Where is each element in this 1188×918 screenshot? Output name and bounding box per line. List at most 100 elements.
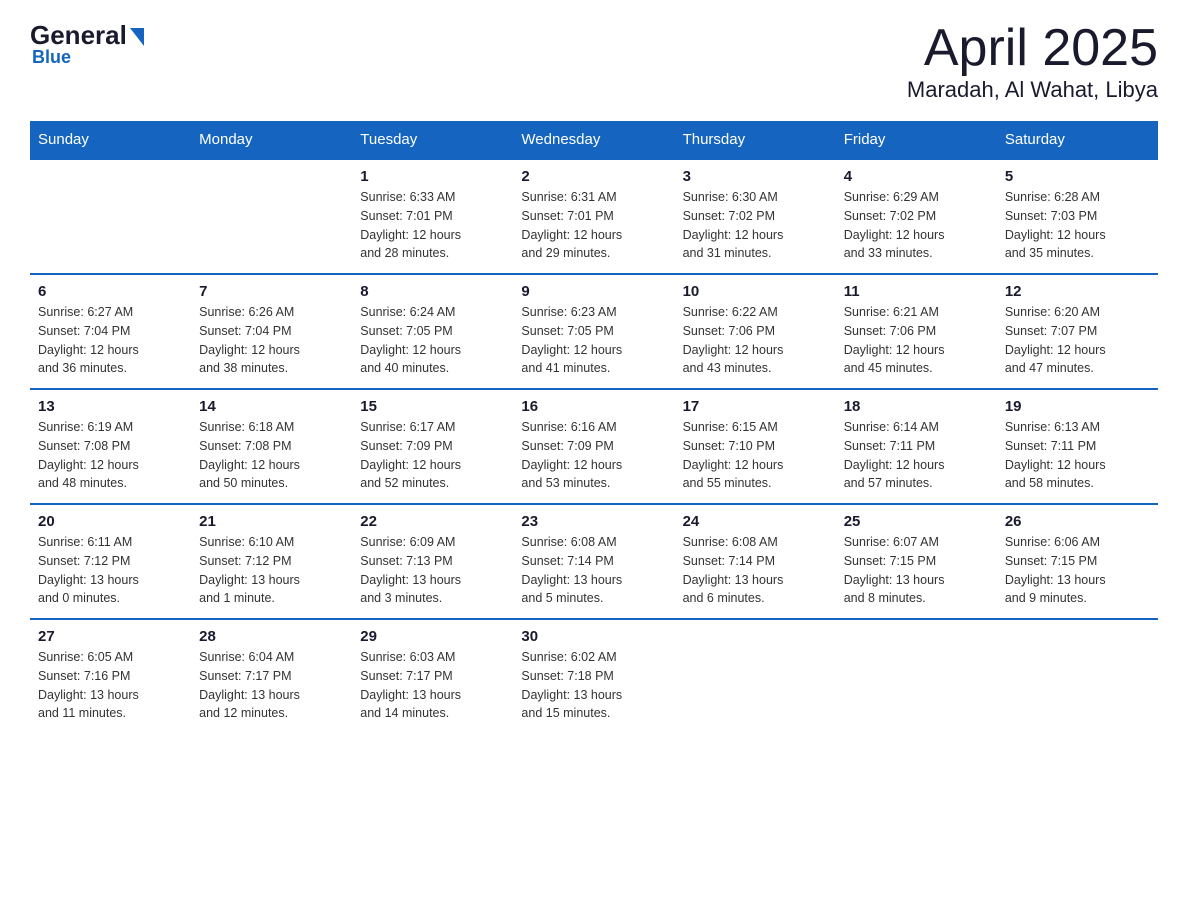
day-info: Sunrise: 6:08 AM Sunset: 7:14 PM Dayligh… (683, 533, 828, 608)
logo-blue-text: Blue (32, 47, 71, 68)
day-info: Sunrise: 6:02 AM Sunset: 7:18 PM Dayligh… (521, 648, 666, 723)
day-info: Sunrise: 6:03 AM Sunset: 7:17 PM Dayligh… (360, 648, 505, 723)
page-header: General Blue April 2025 Maradah, Al Waha… (30, 20, 1158, 103)
day-info: Sunrise: 6:33 AM Sunset: 7:01 PM Dayligh… (360, 188, 505, 263)
day-number: 13 (38, 398, 183, 415)
calendar-cell: 1 Sunrise: 6:33 AM Sunset: 7:01 PM Daylig… (352, 159, 513, 274)
calendar-cell (191, 159, 352, 274)
calendar-cell: 12 Sunrise: 6:20 AM Sunset: 7:07 PM Dayli… (997, 274, 1158, 389)
day-number: 22 (360, 513, 505, 530)
calendar-cell: 4Sunrise: 6:29 AM Sunset: 7:02 PM Daylig… (836, 159, 997, 274)
weekday-header-friday: Friday (836, 121, 997, 159)
weekday-header-wednesday: Wednesday (513, 121, 674, 159)
day-number: 9 (521, 283, 666, 300)
day-number: 12 (1005, 283, 1150, 300)
calendar-cell: 29 Sunrise: 6:03 AM Sunset: 7:17 PM Dayli… (352, 619, 513, 733)
day-number: 15 (360, 398, 505, 415)
day-info: Sunrise: 6:07 AM Sunset: 7:15 PM Dayligh… (844, 533, 989, 608)
day-info: Sunrise: 6:30 AM Sunset: 7:02 PM Dayligh… (683, 188, 828, 263)
calendar-cell: 16 Sunrise: 6:16 AM Sunset: 7:09 PM Dayli… (513, 389, 674, 504)
calendar-cell: 30 Sunrise: 6:02 AM Sunset: 7:18 PM Dayli… (513, 619, 674, 733)
day-info: Sunrise: 6:24 AM Sunset: 7:05 PM Dayligh… (360, 303, 505, 378)
calendar-cell: 15 Sunrise: 6:17 AM Sunset: 7:09 PM Dayli… (352, 389, 513, 504)
day-info: Sunrise: 6:05 AM Sunset: 7:16 PM Dayligh… (38, 648, 183, 723)
day-info: Sunrise: 6:18 AM Sunset: 7:08 PM Dayligh… (199, 418, 344, 493)
day-info: Sunrise: 6:16 AM Sunset: 7:09 PM Dayligh… (521, 418, 666, 493)
day-info: Sunrise: 6:22 AM Sunset: 7:06 PM Dayligh… (683, 303, 828, 378)
day-number: 14 (199, 398, 344, 415)
day-info: Sunrise: 6:06 AM Sunset: 7:15 PM Dayligh… (1005, 533, 1150, 608)
weekday-header-tuesday: Tuesday (352, 121, 513, 159)
day-info: Sunrise: 6:17 AM Sunset: 7:09 PM Dayligh… (360, 418, 505, 493)
calendar-cell: 3 Sunrise: 6:30 AM Sunset: 7:02 PM Daylig… (675, 159, 836, 274)
day-info: Sunrise: 6:15 AM Sunset: 7:10 PM Dayligh… (683, 418, 828, 493)
calendar-cell: 2Sunrise: 6:31 AM Sunset: 7:01 PM Daylig… (513, 159, 674, 274)
calendar-cell: 27 Sunrise: 6:05 AM Sunset: 7:16 PM Dayli… (30, 619, 191, 733)
calendar-cell: 14 Sunrise: 6:18 AM Sunset: 7:08 PM Dayli… (191, 389, 352, 504)
day-number: 11 (844, 283, 989, 300)
day-number: 10 (683, 283, 828, 300)
calendar-cell: 17Sunrise: 6:15 AM Sunset: 7:10 PM Dayli… (675, 389, 836, 504)
day-number: 26 (1005, 513, 1150, 530)
title-block: April 2025 Maradah, Al Wahat, Libya (907, 20, 1158, 103)
week-row-4: 20 Sunrise: 6:11 AM Sunset: 7:12 PM Dayli… (30, 504, 1158, 619)
month-title: April 2025 (907, 20, 1158, 77)
weekday-header-sunday: Sunday (30, 121, 191, 159)
day-info: Sunrise: 6:11 AM Sunset: 7:12 PM Dayligh… (38, 533, 183, 608)
calendar-cell (836, 619, 997, 733)
day-number: 6 (38, 283, 183, 300)
day-number: 25 (844, 513, 989, 530)
day-number: 20 (38, 513, 183, 530)
day-number: 5 (1005, 168, 1150, 185)
day-number: 29 (360, 628, 505, 645)
day-info: Sunrise: 6:23 AM Sunset: 7:05 PM Dayligh… (521, 303, 666, 378)
week-row-5: 27 Sunrise: 6:05 AM Sunset: 7:16 PM Dayli… (30, 619, 1158, 733)
weekday-header-thursday: Thursday (675, 121, 836, 159)
day-number: 23 (521, 513, 666, 530)
day-number: 27 (38, 628, 183, 645)
calendar-cell: 19Sunrise: 6:13 AM Sunset: 7:11 PM Dayli… (997, 389, 1158, 504)
day-number: 7 (199, 283, 344, 300)
calendar-table: SundayMondayTuesdayWednesdayThursdayFrid… (30, 121, 1158, 733)
week-row-3: 13 Sunrise: 6:19 AM Sunset: 7:08 PM Dayli… (30, 389, 1158, 504)
calendar-cell: 21Sunrise: 6:10 AM Sunset: 7:12 PM Dayli… (191, 504, 352, 619)
calendar-cell: 24Sunrise: 6:08 AM Sunset: 7:14 PM Dayli… (675, 504, 836, 619)
weekday-header-row: SundayMondayTuesdayWednesdayThursdayFrid… (30, 121, 1158, 159)
day-info: Sunrise: 6:28 AM Sunset: 7:03 PM Dayligh… (1005, 188, 1150, 263)
calendar-cell (30, 159, 191, 274)
day-info: Sunrise: 6:10 AM Sunset: 7:12 PM Dayligh… (199, 533, 344, 608)
calendar-cell: 7 Sunrise: 6:26 AM Sunset: 7:04 PM Daylig… (191, 274, 352, 389)
calendar-cell: 10 Sunrise: 6:22 AM Sunset: 7:06 PM Dayli… (675, 274, 836, 389)
calendar-cell (997, 619, 1158, 733)
day-info: Sunrise: 6:21 AM Sunset: 7:06 PM Dayligh… (844, 303, 989, 378)
day-number: 16 (521, 398, 666, 415)
calendar-cell: 8 Sunrise: 6:24 AM Sunset: 7:05 PM Daylig… (352, 274, 513, 389)
weekday-header-saturday: Saturday (997, 121, 1158, 159)
day-number: 3 (683, 168, 828, 185)
day-number: 2 (521, 168, 666, 185)
day-number: 4 (844, 168, 989, 185)
calendar-cell: 20 Sunrise: 6:11 AM Sunset: 7:12 PM Dayli… (30, 504, 191, 619)
calendar-cell: 25 Sunrise: 6:07 AM Sunset: 7:15 PM Dayli… (836, 504, 997, 619)
day-info: Sunrise: 6:19 AM Sunset: 7:08 PM Dayligh… (38, 418, 183, 493)
calendar-cell: 6Sunrise: 6:27 AM Sunset: 7:04 PM Daylig… (30, 274, 191, 389)
logo: General Blue (30, 20, 144, 68)
calendar-cell: 22 Sunrise: 6:09 AM Sunset: 7:13 PM Dayli… (352, 504, 513, 619)
day-info: Sunrise: 6:14 AM Sunset: 7:11 PM Dayligh… (844, 418, 989, 493)
day-info: Sunrise: 6:26 AM Sunset: 7:04 PM Dayligh… (199, 303, 344, 378)
day-number: 30 (521, 628, 666, 645)
weekday-header-monday: Monday (191, 121, 352, 159)
calendar-cell: 23Sunrise: 6:08 AM Sunset: 7:14 PM Dayli… (513, 504, 674, 619)
week-row-1: 1 Sunrise: 6:33 AM Sunset: 7:01 PM Daylig… (30, 159, 1158, 274)
day-info: Sunrise: 6:20 AM Sunset: 7:07 PM Dayligh… (1005, 303, 1150, 378)
day-number: 8 (360, 283, 505, 300)
logo-triangle-icon (130, 28, 144, 46)
location-title: Maradah, Al Wahat, Libya (907, 77, 1158, 103)
day-number: 1 (360, 168, 505, 185)
calendar-cell: 5 Sunrise: 6:28 AM Sunset: 7:03 PM Daylig… (997, 159, 1158, 274)
calendar-cell: 26 Sunrise: 6:06 AM Sunset: 7:15 PM Dayli… (997, 504, 1158, 619)
day-info: Sunrise: 6:09 AM Sunset: 7:13 PM Dayligh… (360, 533, 505, 608)
calendar-cell (675, 619, 836, 733)
calendar-cell: 18Sunrise: 6:14 AM Sunset: 7:11 PM Dayli… (836, 389, 997, 504)
calendar-cell: 11 Sunrise: 6:21 AM Sunset: 7:06 PM Dayli… (836, 274, 997, 389)
